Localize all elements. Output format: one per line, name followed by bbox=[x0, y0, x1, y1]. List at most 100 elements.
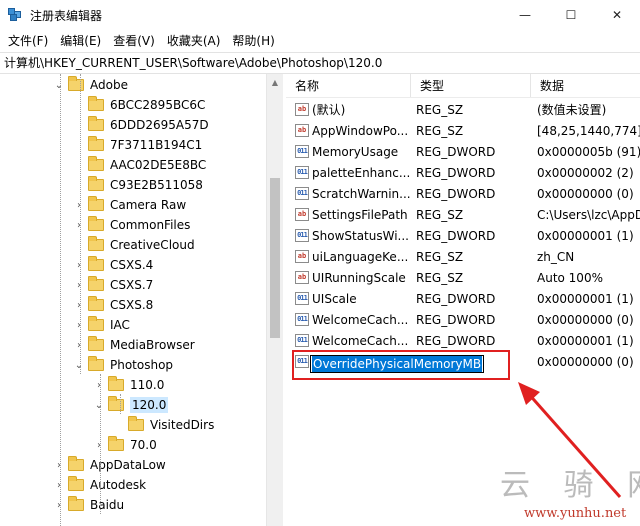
value-row[interactable]: 011 paletteEnhanc... REG_DWORD 0x00000002 (… bbox=[286, 162, 640, 183]
value-type: REG_SZ bbox=[416, 123, 464, 138]
value-data: 0x00000001 (1) bbox=[537, 333, 634, 348]
tree-item[interactable]: › 70.0 bbox=[94, 435, 157, 455]
value-name: UIScale bbox=[312, 291, 357, 306]
regedit-app-icon bbox=[8, 8, 22, 22]
value-row[interactable]: 011 ScratchWarnin... REG_DWORD 0x00000000 (… bbox=[286, 183, 640, 204]
chevron-right-icon[interactable]: › bbox=[74, 295, 84, 315]
minimize-button[interactable]: — bbox=[502, 0, 548, 30]
tree-item[interactable]: VisitedDirs bbox=[114, 415, 214, 435]
tree-item[interactable]: ⌄ Adobe bbox=[54, 75, 128, 95]
folder-icon bbox=[88, 196, 104, 211]
chevron-down-icon[interactable]: ⌄ bbox=[74, 355, 84, 375]
maximize-button[interactable]: ☐ bbox=[548, 0, 594, 30]
tree-item[interactable]: › 110.0 bbox=[94, 375, 164, 395]
menu-edit[interactable]: 编辑(E) bbox=[54, 30, 107, 52]
column-data-header[interactable]: 数据 bbox=[531, 74, 640, 97]
tree-item-label: Baidu bbox=[90, 498, 125, 512]
chevron-right-icon[interactable]: › bbox=[74, 215, 84, 235]
value-name: UIRunningScale bbox=[312, 270, 406, 285]
tree-item[interactable]: › IAC bbox=[74, 315, 130, 335]
tree-item[interactable]: AAC02DE5E8BC bbox=[74, 155, 206, 175]
tree-item[interactable]: › AppDataLow bbox=[54, 455, 166, 475]
value-row[interactable]: 011 WelcomeCach... REG_DWORD 0x00000001 (1) bbox=[286, 330, 640, 351]
menu-view[interactable]: 查看(V) bbox=[107, 30, 161, 52]
menu-help[interactable]: 帮助(H) bbox=[226, 30, 280, 52]
value-row[interactable]: ab uiLanguageKe... REG_SZ zh_CN bbox=[286, 246, 640, 267]
tree-item[interactable]: › CSXS.4 bbox=[74, 255, 153, 275]
folder-icon bbox=[88, 216, 104, 231]
value-name: MemoryUsage bbox=[312, 144, 399, 159]
folder-icon bbox=[88, 316, 104, 331]
value-row[interactable]: ab SettingsFilePath REG_SZ C:\Users\lzc\App… bbox=[286, 204, 640, 225]
chevron-right-icon[interactable]: › bbox=[54, 455, 64, 475]
column-type-header[interactable]: 类型 bbox=[411, 74, 531, 97]
tree-item[interactable]: › CommonFiles bbox=[74, 215, 190, 235]
chevron-right-icon[interactable]: › bbox=[74, 255, 84, 275]
chevron-right-icon[interactable]: › bbox=[94, 435, 104, 455]
folder-icon bbox=[108, 376, 124, 391]
tree-connector bbox=[60, 74, 61, 526]
tree-item[interactable]: ⌄ Photoshop bbox=[74, 355, 173, 375]
tree-item[interactable]: › CSXS.7 bbox=[74, 275, 153, 295]
value-data: 0x0000005b (91) bbox=[537, 144, 640, 159]
chevron-right-icon[interactable]: › bbox=[54, 475, 64, 495]
chevron-right-icon[interactable]: › bbox=[94, 375, 104, 395]
chevron-down-icon[interactable]: ⌄ bbox=[54, 75, 64, 95]
value-type: REG_DWORD bbox=[416, 333, 496, 348]
tree-item[interactable]: › CSXS.8 bbox=[74, 295, 153, 315]
value-row[interactable]: ab (默认) REG_SZ (数值未设置) bbox=[286, 99, 640, 120]
value-name: paletteEnhanc... bbox=[312, 165, 411, 180]
tree-item[interactable]: ⌄ 120.0 bbox=[94, 395, 169, 415]
watermark-text: 云 骑 网 bbox=[500, 468, 640, 503]
binary-value-icon: 011 bbox=[295, 187, 309, 200]
chevron-right-icon[interactable]: › bbox=[54, 495, 64, 515]
tree-item[interactable]: 6BCC2895BC6C bbox=[74, 95, 205, 115]
tree-item[interactable]: C93E2B511058 bbox=[74, 175, 203, 195]
tree-item[interactable]: 6DDD2695A57D bbox=[74, 115, 209, 135]
scroll-up-arrow-icon[interactable]: ▲ bbox=[267, 74, 283, 90]
value-name: AppWindowPo... bbox=[312, 123, 409, 138]
value-row[interactable]: ab AppWindowPo... REG_SZ [48,25,1440,774] bbox=[286, 120, 640, 141]
tree-scrollbar[interactable]: ▲ bbox=[266, 74, 283, 526]
value-data: 0x00000001 (1) bbox=[537, 291, 634, 306]
folder-icon bbox=[68, 456, 84, 471]
value-name: WelcomeCach... bbox=[312, 333, 409, 348]
tree-item-label: CreativeCloud bbox=[110, 238, 195, 252]
value-row[interactable]: ab UIRunningScale REG_SZ Auto 100% bbox=[286, 267, 640, 288]
chevron-right-icon[interactable]: › bbox=[74, 195, 84, 215]
chevron-right-icon[interactable]: › bbox=[74, 315, 84, 335]
value-row[interactable]: 011 UIScale REG_DWORD 0x00000001 (1) bbox=[286, 288, 640, 309]
tree-item-label: Camera Raw bbox=[110, 198, 187, 212]
address-bar[interactable]: 计算机\HKEY_CURRENT_USER\Software\Adobe\Pho… bbox=[0, 52, 640, 74]
tree-item[interactable]: CreativeCloud bbox=[74, 235, 195, 255]
menu-favorites[interactable]: 收藏夹(A) bbox=[161, 30, 227, 52]
tree-item[interactable]: › MediaBrowser bbox=[74, 335, 195, 355]
folder-icon bbox=[108, 396, 124, 411]
chevron-down-icon[interactable]: ⌄ bbox=[94, 395, 104, 415]
tree-item-label: C93E2B511058 bbox=[110, 178, 203, 192]
value-data: 0x00000000 (0) bbox=[537, 312, 634, 327]
binary-value-icon: 011 bbox=[295, 145, 309, 158]
tree-item-label: CSXS.4 bbox=[110, 258, 154, 272]
string-value-icon: ab bbox=[295, 208, 309, 221]
tree-scroll-thumb[interactable] bbox=[270, 178, 280, 338]
tree-item[interactable]: › Camera Raw bbox=[74, 195, 186, 215]
column-name-header[interactable]: 名称 bbox=[286, 74, 411, 97]
tree-item[interactable]: 7F3711B194C1 bbox=[74, 135, 202, 155]
value-name: SettingsFilePath bbox=[312, 207, 408, 222]
menu-file[interactable]: 文件(F) bbox=[2, 30, 54, 52]
chevron-right-icon[interactable]: › bbox=[74, 275, 84, 295]
binary-value-icon: 011 bbox=[295, 292, 309, 305]
menu-bar: 文件(F) 编辑(E) 查看(V) 收藏夹(A) 帮助(H) bbox=[0, 30, 640, 52]
value-row[interactable]: 011 WelcomeCach... REG_DWORD 0x00000000 (0) bbox=[286, 309, 640, 330]
value-row[interactable]: 011 MemoryUsage REG_DWORD 0x0000005b (91) bbox=[286, 141, 640, 162]
value-row[interactable]: 011 ShowStatusWi... REG_DWORD 0x00000001 (1… bbox=[286, 225, 640, 246]
chevron-right-icon[interactable]: › bbox=[74, 335, 84, 355]
tree-item[interactable]: › Baidu bbox=[54, 495, 124, 515]
close-button[interactable]: ✕ bbox=[594, 0, 640, 30]
tree-item-label: 120.0 bbox=[130, 397, 169, 413]
